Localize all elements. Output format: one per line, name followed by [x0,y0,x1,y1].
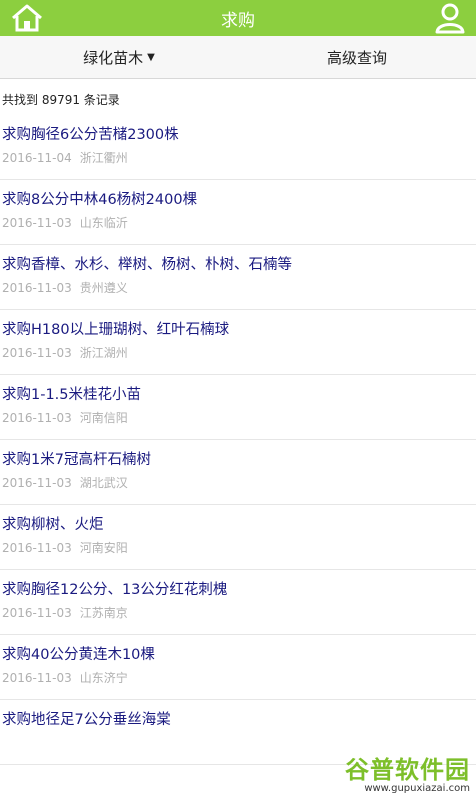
list-item[interactable]: 求购柳树、火炬 2016-11-03 河南安阳 [0,505,476,570]
category-label: 绿化苗木 [83,48,144,67]
item-date: 2016-11-03 [2,216,72,230]
list-item[interactable]: 求购H180以上珊瑚树、红叶石楠球 2016-11-03 浙江湖州 [0,310,476,375]
item-meta: 2016-11-03 湖北武汉 [2,470,476,491]
item-title[interactable]: 求购40公分黄连木10棵 [2,635,476,665]
item-meta: 2016-11-03 贵州遵义 [2,275,476,296]
item-date: 2016-11-04 [2,151,72,165]
purchase-list: 求购胸径6公分苦槠2300株 2016-11-04 浙江衢州求购8公分中林46杨树2… [0,115,476,765]
item-meta: 2016-11-03 河南安阳 [2,535,476,556]
advanced-search-tab[interactable]: 高级查询 [238,36,476,78]
item-title[interactable]: 求购胸径6公分苦槠2300株 [2,115,476,145]
watermark-text: 谷普软件园 [345,756,470,784]
item-location: 贵州遵义 [79,281,128,295]
item-location: 浙江湖州 [79,346,128,360]
item-location: 河南安阳 [79,541,128,555]
item-title[interactable]: 求购1米7冠高杆石楠树 [2,440,476,470]
item-title[interactable]: 求购柳树、火炬 [2,505,476,535]
item-meta [2,730,476,748]
item-title[interactable]: 求购H180以上珊瑚树、红叶石楠球 [2,310,476,340]
item-location: 浙江衢州 [79,151,128,165]
category-dropdown[interactable]: 绿化苗木 ▼ [0,36,238,78]
list-item[interactable]: 求购1-1.5米桂花小苗 2016-11-03 河南信阳 [0,375,476,440]
item-location: 山东临沂 [79,216,128,230]
list-item[interactable]: 求购香樟、水杉、榉树、杨树、朴树、石楠等 2016-11-03 贵州遵义 [0,245,476,310]
filter-tabs: 绿化苗木 ▼ 高级查询 [0,36,476,79]
list-item[interactable]: 求购40公分黄连木10棵 2016-11-03 山东济宁 [0,635,476,700]
item-date: 2016-11-03 [2,541,72,555]
page-title: 求购 [221,10,255,31]
item-location: 江苏南京 [79,606,128,620]
user-icon[interactable] [434,2,466,34]
item-date: 2016-11-03 [2,346,72,360]
list-item[interactable]: 求购胸径12公分、13公分红花刺槐 2016-11-03 江苏南京 [0,570,476,635]
item-date: 2016-11-03 [2,606,72,620]
item-meta: 2016-11-03 山东济宁 [2,665,476,686]
item-location: 湖北武汉 [79,476,128,490]
home-icon[interactable] [10,3,44,33]
item-date: 2016-11-03 [2,671,72,685]
item-date: 2016-11-03 [2,281,72,295]
list-item[interactable]: 求购胸径6公分苦槠2300株 2016-11-04 浙江衢州 [0,115,476,180]
result-count: 共找到 89791 条记录 [2,93,120,107]
item-meta: 2016-11-03 山东临沂 [2,210,476,231]
item-meta: 2016-11-03 河南信阳 [2,405,476,426]
watermark-logo: 谷普软件园 www.gupuxiazai.com [326,750,472,794]
item-title[interactable]: 求购地径足7公分垂丝海棠 [2,700,476,730]
top-bar: 求购 [0,0,476,36]
item-date: 2016-11-03 [2,476,72,490]
item-title[interactable]: 求购1-1.5米桂花小苗 [2,375,476,405]
item-title[interactable]: 求购胸径12公分、13公分红花刺槐 [2,570,476,600]
caret-down-icon: ▼ [147,51,155,63]
item-title[interactable]: 求购香樟、水杉、榉树、杨树、朴树、石楠等 [2,245,476,275]
item-location: 河南信阳 [79,411,128,425]
item-meta: 2016-11-03 浙江湖州 [2,340,476,361]
item-location: 山东济宁 [79,671,128,685]
item-meta: 2016-11-03 江苏南京 [2,600,476,621]
item-title[interactable]: 求购8公分中林46杨树2400棵 [2,180,476,210]
list-item[interactable]: 求购1米7冠高杆石楠树 2016-11-03 湖北武汉 [0,440,476,505]
advanced-search-label: 高级查询 [326,48,387,67]
list-item[interactable]: 求购8公分中林46杨树2400棵 2016-11-03 山东临沂 [0,180,476,245]
watermark-url: www.gupuxiazai.com [364,783,470,794]
item-date: 2016-11-03 [2,411,72,425]
item-meta: 2016-11-04 浙江衢州 [2,145,476,166]
